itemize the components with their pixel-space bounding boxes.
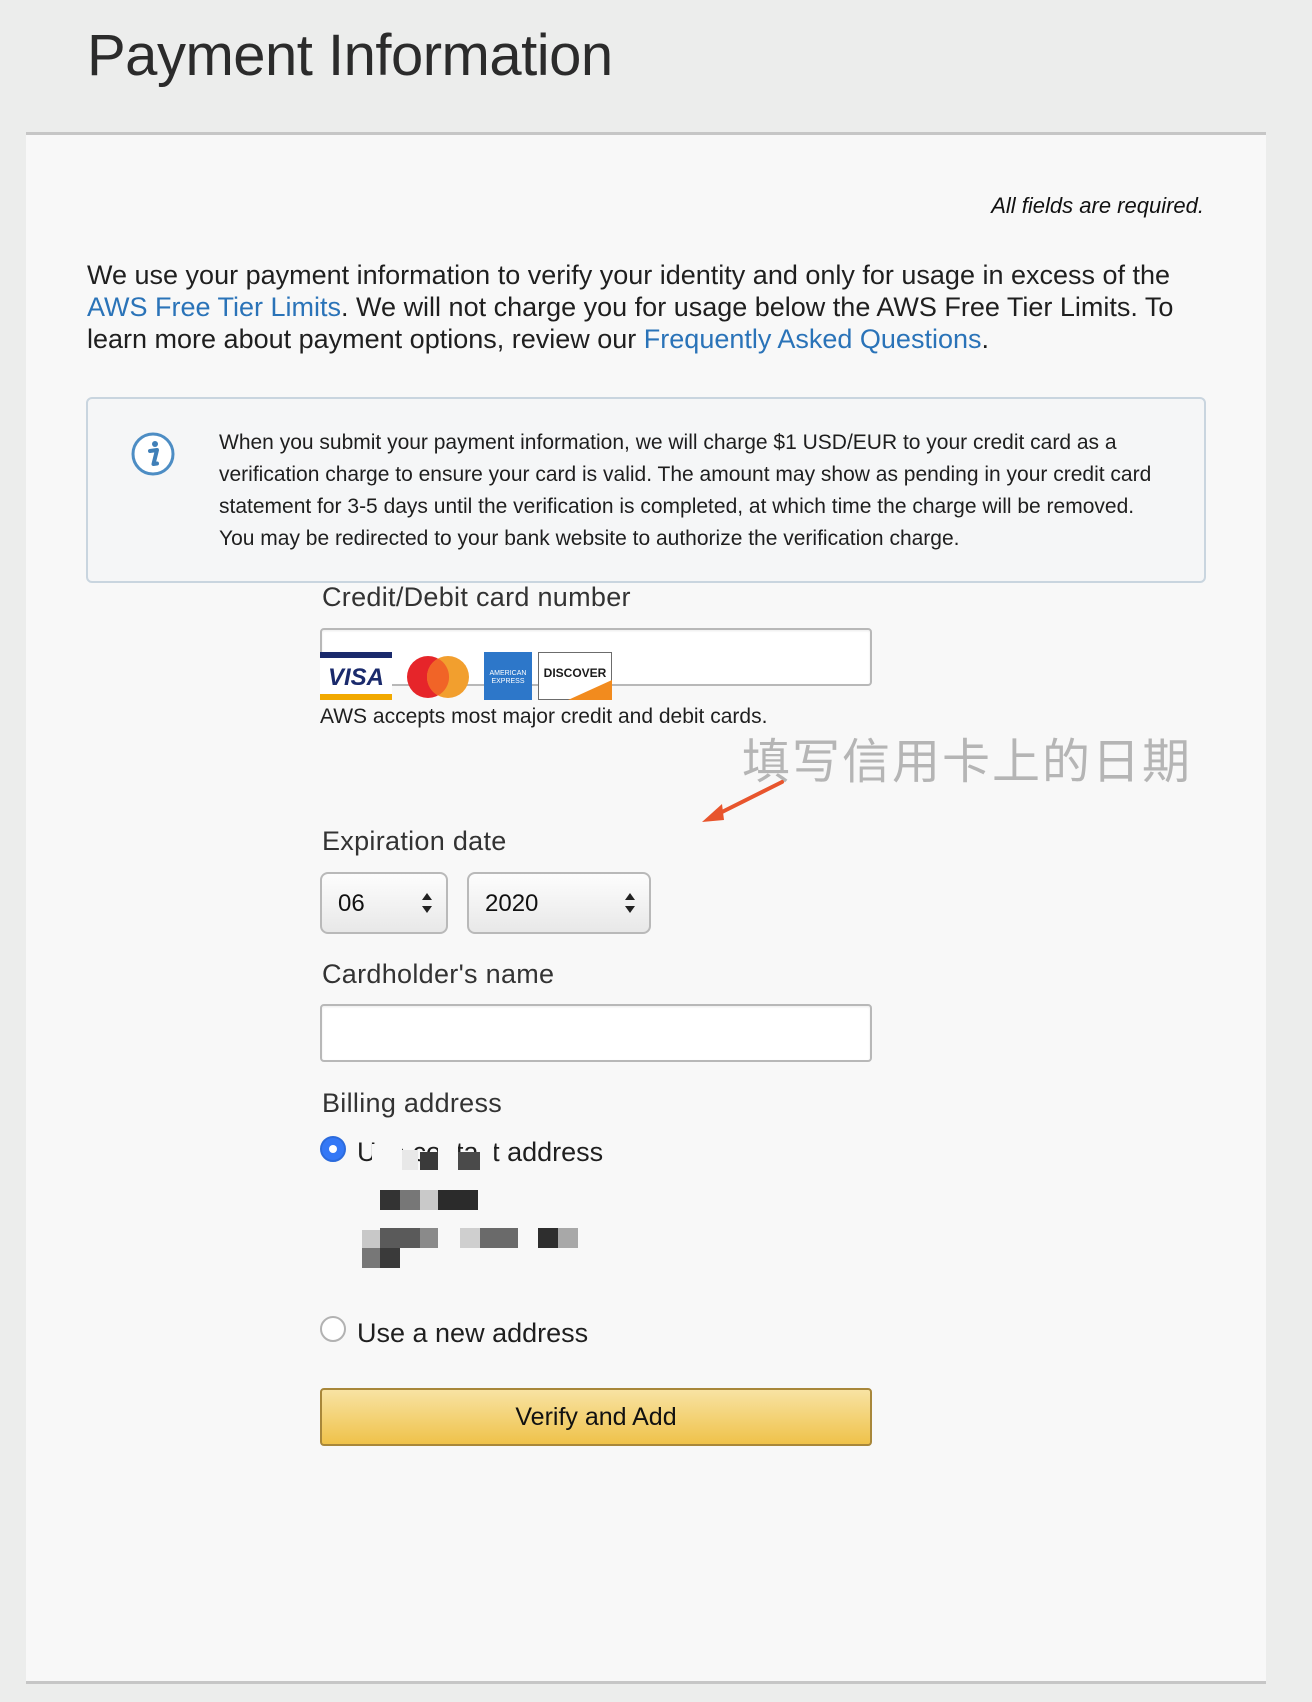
expiration-year-value: 2020: [485, 890, 539, 917]
verify-and-add-button[interactable]: Verify and Add: [320, 1388, 872, 1446]
free-tier-link[interactable]: AWS Free Tier Limits: [87, 292, 341, 322]
annotation-arrow-icon: [702, 780, 784, 822]
radio-new-address-label[interactable]: Use a new address: [357, 1318, 588, 1349]
radio-new-address[interactable]: [320, 1316, 346, 1342]
required-note: All fields are required.: [991, 193, 1204, 218]
intro-part1: We use your payment information to verif…: [87, 260, 1171, 290]
visa-text: VISA: [328, 664, 384, 691]
visa-logo: VISA: [320, 652, 392, 700]
intro-part3: .: [981, 324, 989, 354]
expiration-year-select[interactable]: 2020: [467, 872, 651, 934]
expiration-month-select[interactable]: 06: [320, 872, 448, 934]
annotation-text: 填写信用卡上的日期: [742, 734, 1193, 790]
page-title: Payment Information: [87, 23, 613, 88]
intro-text: We use your payment information to verif…: [87, 259, 1207, 355]
info-box: When you submit your payment information…: [86, 397, 1206, 583]
amex-line2: EXPRESS: [491, 678, 524, 685]
discover-text: DISCOVER: [544, 666, 607, 680]
radio-contact-address[interactable]: [320, 1136, 346, 1162]
billing-label: Billing address: [322, 1088, 503, 1118]
faq-link[interactable]: Frequently Asked Questions: [644, 324, 982, 354]
select-arrows-icon: [422, 893, 432, 913]
card-number-label: Credit/Debit card number: [322, 582, 631, 612]
info-icon: [131, 432, 175, 476]
info-text: When you submit your payment information…: [219, 431, 1152, 550]
expiration-month-value: 06: [338, 890, 365, 917]
cardholder-label: Cardholder's name: [322, 959, 555, 989]
cardholder-name-input[interactable]: [320, 1004, 872, 1062]
discover-logo: DISCOVER: [538, 652, 612, 700]
mastercard-logo: [407, 656, 469, 698]
cards-note: AWS accepts most major credit and debit …: [320, 705, 768, 728]
amex-logo: AMERICAN EXPRESS: [484, 652, 532, 700]
amex-line1: AMERICAN: [490, 670, 527, 677]
expiration-label: Expiration date: [322, 826, 507, 856]
select-arrows-icon: [625, 893, 635, 913]
